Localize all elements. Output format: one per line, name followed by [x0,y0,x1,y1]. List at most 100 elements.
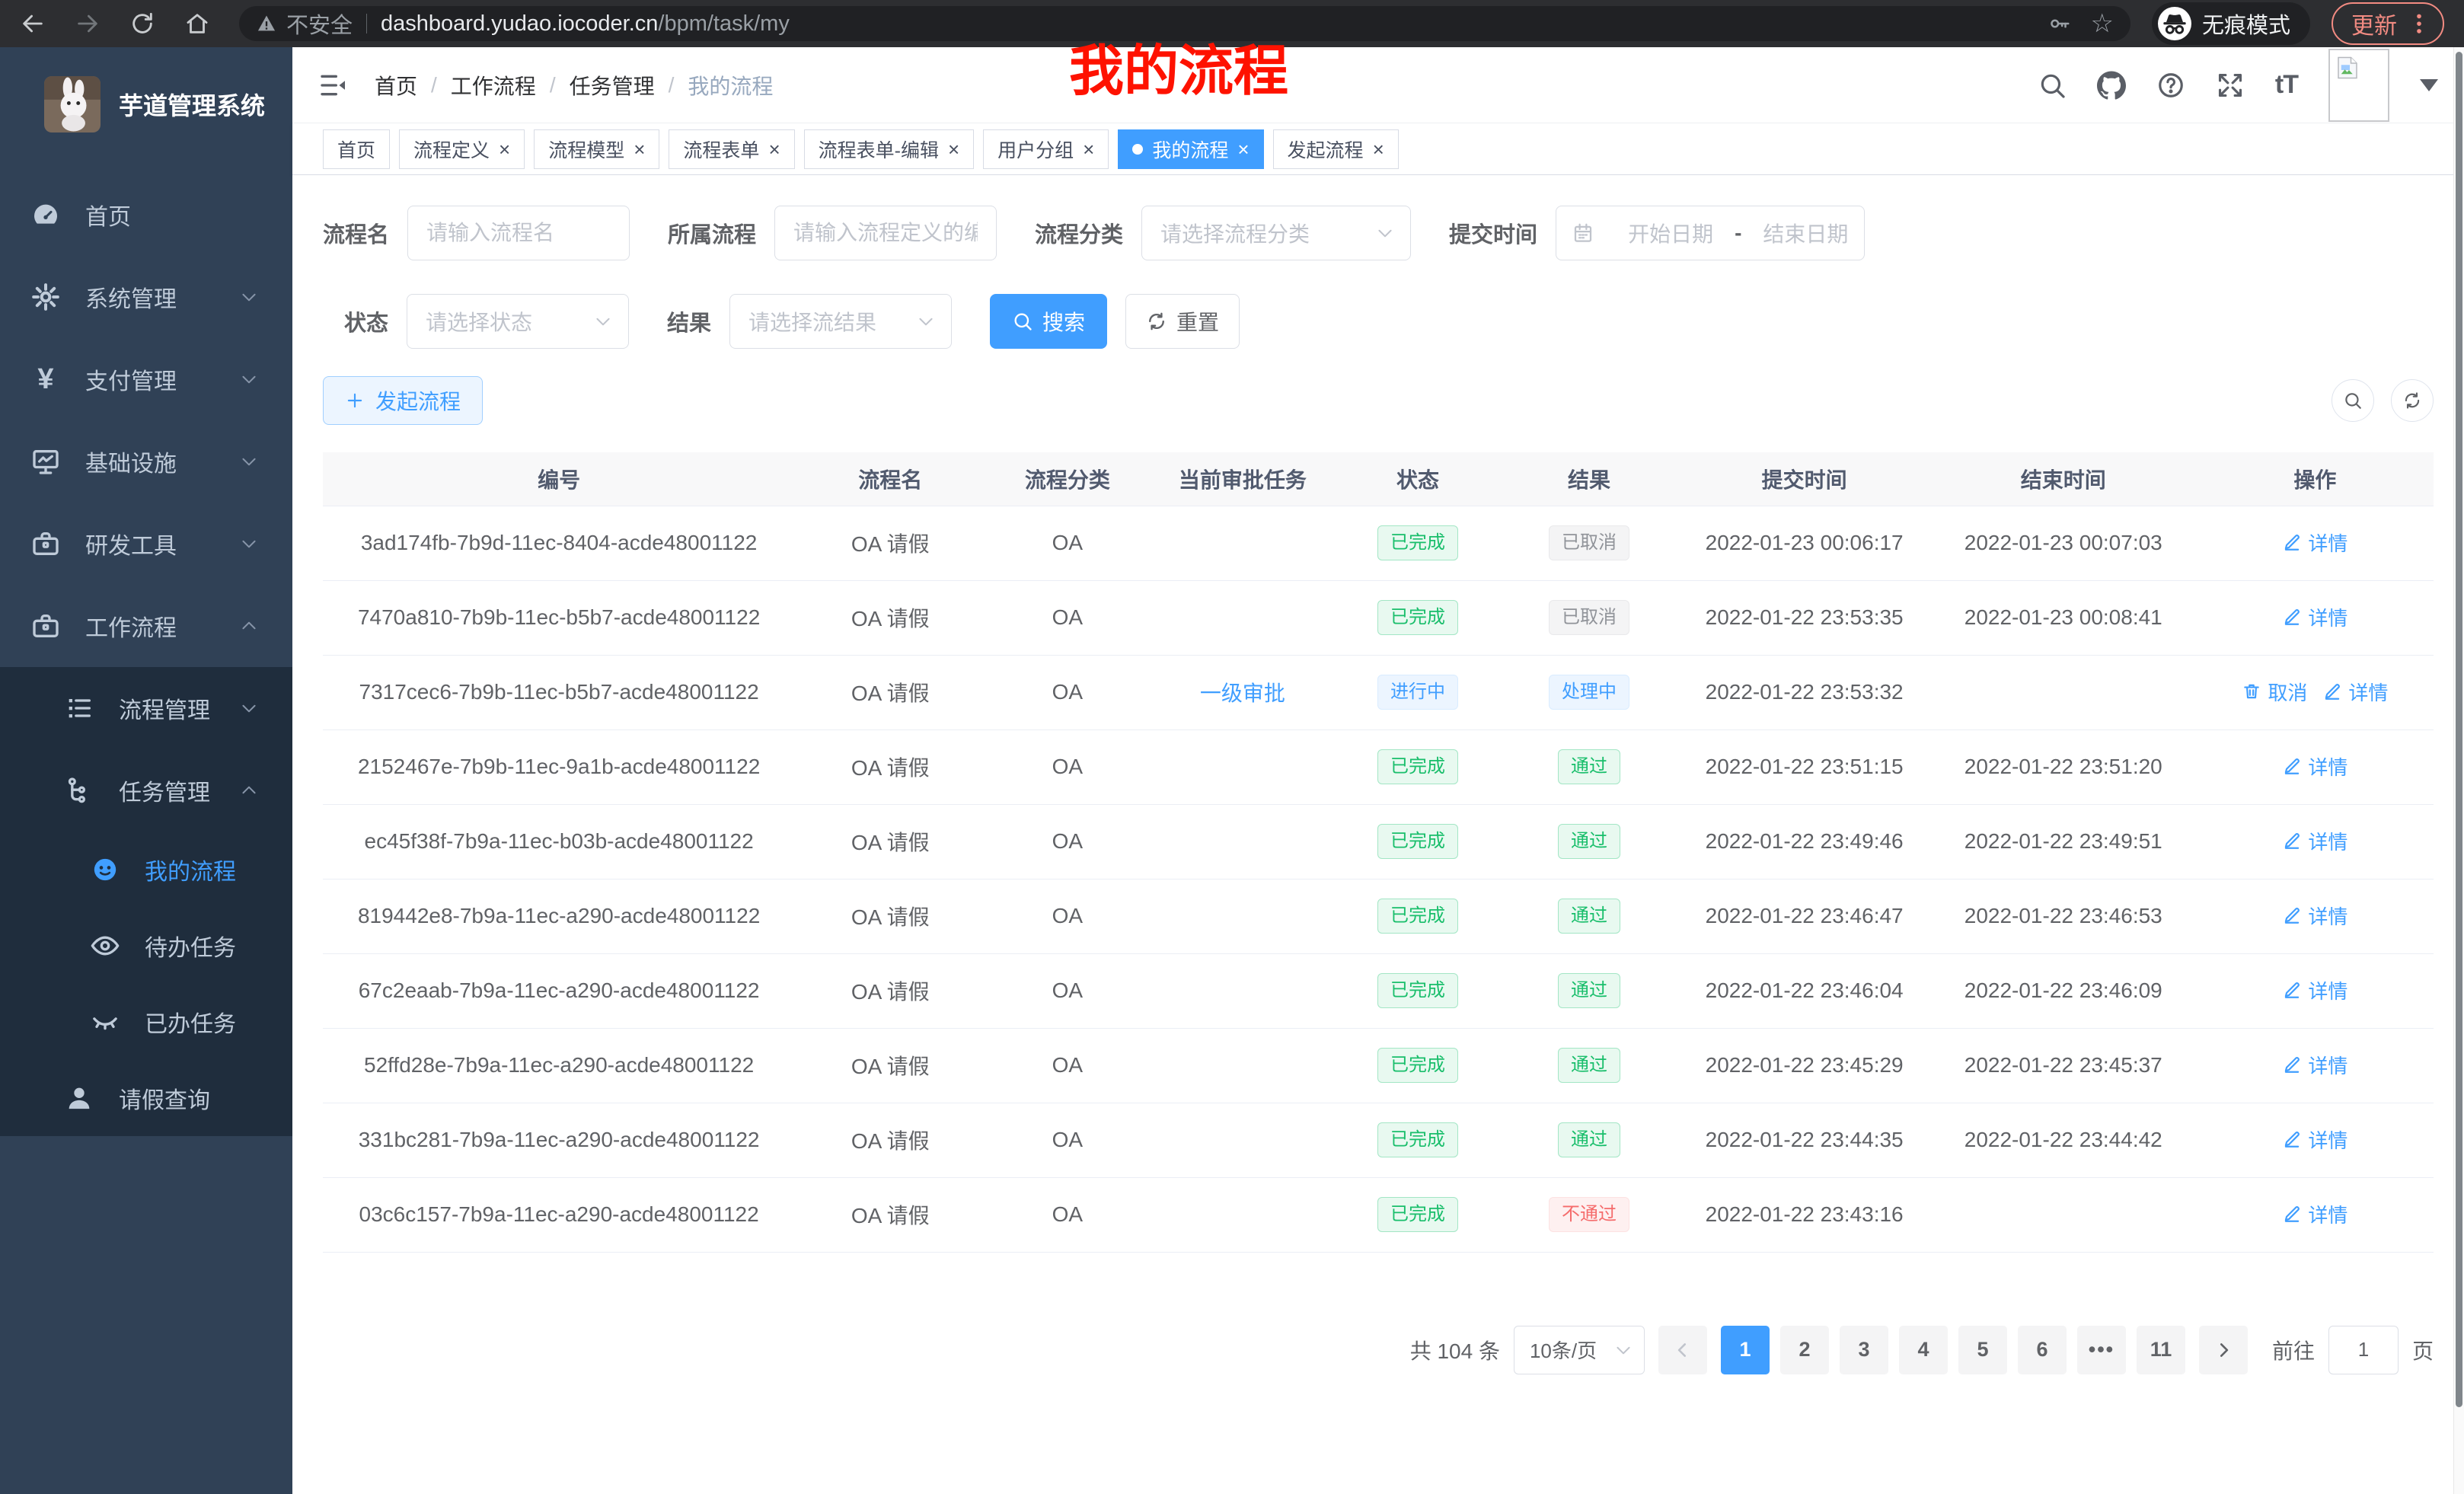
breadcrumb-workflow[interactable]: 工作流程 [451,70,536,101]
not-secure-icon[interactable] [256,13,277,34]
tab-close-icon[interactable]: × [1083,139,1094,159]
url-text[interactable]: dashboard.yudao.iocoder.cn/bpm/task/my [381,11,790,37]
status-badge: 已完成 [1377,600,1458,635]
page-button-5[interactable]: 5 [1958,1326,2007,1374]
sidebar-item-home[interactable]: 首页 [0,174,292,256]
tab-4[interactable]: 流程表单-编辑× [804,129,975,169]
page-size-select[interactable]: 10条/页 [1514,1326,1645,1374]
tab-close-icon[interactable]: × [768,139,780,159]
status-select[interactable]: 请选择状态 [407,294,629,349]
help-icon[interactable] [2156,71,2185,100]
calendar-icon [1572,222,1594,244]
detail-link[interactable]: 详情 [2282,976,2348,1004]
process-name-input[interactable] [407,206,630,260]
font-size-icon[interactable]: tT [2275,70,2298,100]
row-id: 3ad174fb-7b9d-11ec-8404-acde48001122 [323,506,795,580]
sidebar-item-my-process[interactable]: 我的流程 [0,832,292,908]
page-button-4[interactable]: 4 [1899,1326,1948,1374]
page-button-3[interactable]: 3 [1840,1326,1888,1374]
table-row: 67c2eaab-7b9a-11ec-a290-acde48001122OA 请… [323,953,2434,1028]
cancel-link[interactable]: 取消 [2242,678,2307,706]
fullscreen-icon[interactable] [2216,71,2245,100]
table-row: 7317cec6-7b9b-11ec-b5b7-acde48001122OA 请… [323,655,2434,729]
page-button-1[interactable]: 1 [1721,1326,1770,1374]
password-key-icon[interactable] [2048,12,2071,35]
search-button[interactable]: 搜索 [990,294,1107,349]
security-label[interactable]: 不安全 [286,8,353,40]
detail-link[interactable]: 详情 [2282,1125,2348,1154]
page-button-2[interactable]: 2 [1780,1326,1829,1374]
page-scrollbar[interactable] [2453,47,2464,1494]
browser-reload-icon[interactable] [129,11,155,37]
tab-0[interactable]: 首页 [323,129,390,169]
status-label: 状态 [344,305,388,337]
row-id: 331bc281-7b9a-11ec-a290-acde48001122 [323,1103,795,1177]
tab-close-icon[interactable]: × [948,139,959,159]
sidebar-item-leave-query[interactable]: 请假查询 [0,1060,292,1136]
detail-link[interactable]: 详情 [2282,603,2348,631]
goto-page-input[interactable] [2328,1326,2399,1374]
prev-page-button[interactable] [1658,1326,1707,1374]
avatar-caret-icon[interactable] [2420,79,2438,91]
detail-link[interactable]: 详情 [2282,1051,2348,1079]
header-search-icon[interactable] [2038,71,2067,100]
process-name-label: 流程名 [323,217,389,249]
detail-link[interactable]: 详情 [2282,902,2348,930]
submit-time-range[interactable]: 开始日期 - 结束日期 [1556,206,1865,260]
avatar[interactable] [2328,49,2389,122]
sidebar-item-workflow[interactable]: 工作流程 [0,585,292,667]
breadcrumb-home[interactable]: 首页 [375,70,417,101]
sidebar-item-done-tasks[interactable]: 已办任务 [0,984,292,1060]
page-button-11[interactable]: 11 [2137,1326,2185,1374]
sidebar-item-todo-tasks[interactable]: 待办任务 [0,908,292,984]
tab-1[interactable]: 流程定义× [399,129,525,169]
detail-link[interactable]: 详情 [2282,752,2348,781]
sidebar-collapse-icon[interactable] [318,70,349,101]
sidebar-item-payment[interactable]: ¥ 支付管理 [0,338,292,420]
tab-close-icon[interactable]: × [1373,139,1384,159]
task-link[interactable]: 一级审批 [1200,682,1285,705]
sidebar-item-process-management[interactable]: 流程管理 [0,667,292,749]
detail-link[interactable]: 详情 [2282,528,2348,557]
tab-close-icon[interactable]: × [499,139,510,159]
row-process-name: OA 请假 [795,655,985,729]
list-icon [64,693,94,723]
browser-home-icon[interactable] [184,11,210,37]
browser-back-icon[interactable] [20,11,46,37]
tab-6[interactable]: 我的流程× [1118,129,1263,169]
bookmark-star-icon[interactable]: ☆ [2091,11,2114,37]
page-button-6[interactable]: 6 [2018,1326,2067,1374]
reset-button[interactable]: 重置 [1125,294,1240,349]
row-id: 2152467e-7b9b-11ec-9a1b-acde48001122 [323,729,795,804]
scrollbar-thumb[interactable] [2456,52,2462,1407]
sidebar-item-infra[interactable]: 基础设施 [0,420,292,503]
tab-3[interactable]: 流程表单× [669,129,794,169]
github-icon[interactable] [2097,71,2126,100]
sidebar-item-task-management[interactable]: 任务管理 [0,749,292,832]
result-badge: 处理中 [1549,675,1629,710]
show-search-button[interactable] [2332,379,2374,422]
tab-close-icon[interactable]: × [1237,139,1249,159]
browser-update-button[interactable]: 更新 [2332,2,2444,45]
sidebar-item-system[interactable]: 系统管理 [0,256,292,338]
tab-5[interactable]: 用户分组× [983,129,1109,169]
next-page-button[interactable] [2199,1326,2248,1374]
tab-7[interactable]: 发起流程× [1273,129,1399,169]
result-select[interactable]: 请选择流结果 [729,294,952,349]
detail-link[interactable]: 详情 [2282,1200,2348,1228]
detail-link[interactable]: 详情 [2322,678,2388,706]
monitor-icon [30,446,61,477]
refresh-table-button[interactable] [2391,379,2434,422]
process-definition-input[interactable] [774,206,997,260]
browser-forward-icon[interactable] [75,11,101,37]
browser-menu-dots-icon[interactable] [2409,12,2429,35]
detail-link[interactable]: 详情 [2282,827,2348,855]
breadcrumb-task-management[interactable]: 任务管理 [570,70,655,101]
start-process-button[interactable]: 发起流程 [323,376,483,425]
chevron-down-icon [239,452,259,471]
tab-close-icon[interactable]: × [634,139,645,159]
category-select[interactable]: 请选择流程分类 [1141,206,1411,260]
sidebar-item-devtools[interactable]: 研发工具 [0,503,292,585]
pager-ellipsis[interactable]: ••• [2077,1326,2126,1374]
tab-2[interactable]: 流程模型× [534,129,659,169]
